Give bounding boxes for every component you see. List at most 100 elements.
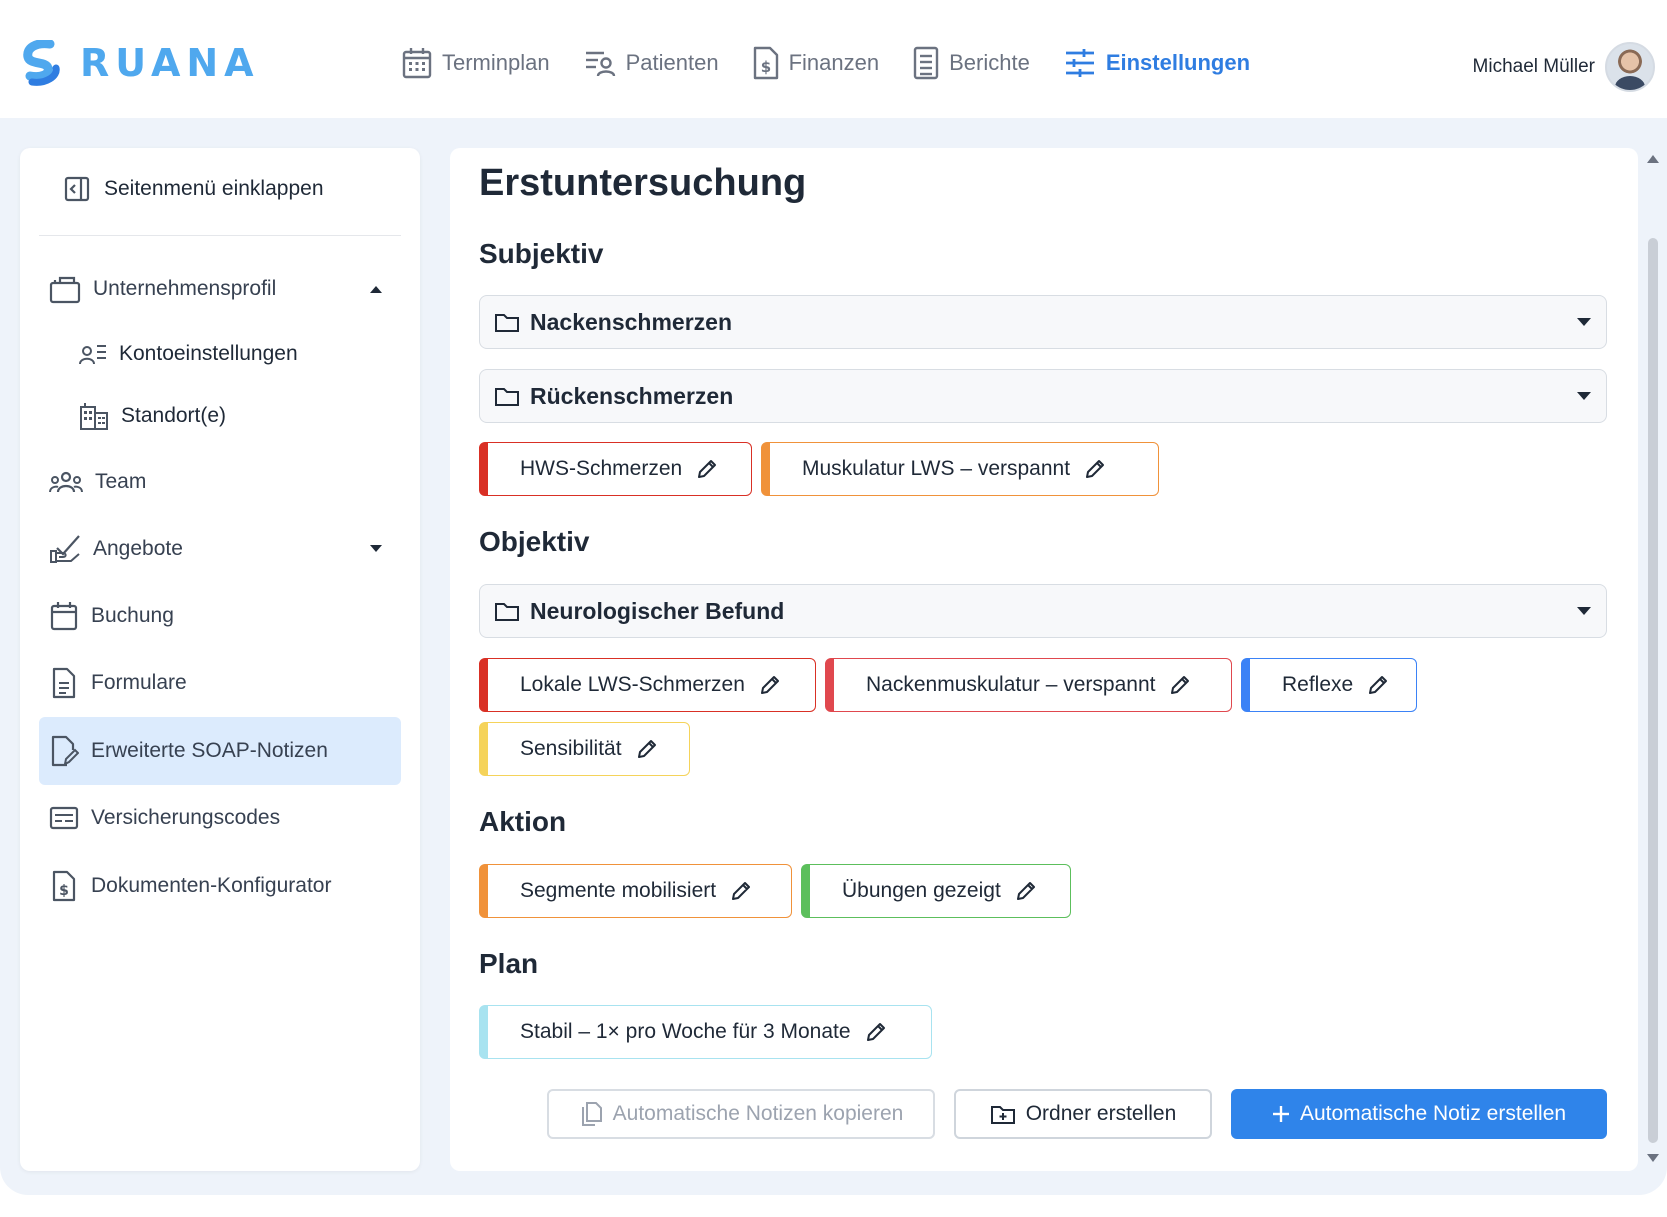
sidebar-item-dokumenten-konfigurator[interactable]: $ Dokumenten-Konfigurator — [39, 852, 401, 920]
offer-hand-icon — [50, 535, 80, 563]
nav-finanzen[interactable]: $ Finanzen — [753, 46, 879, 80]
sidebar-item-angebote[interactable]: Angebote — [39, 515, 401, 583]
folder-name: Nackenschmerzen — [530, 308, 732, 335]
sidebar-divider — [39, 235, 401, 236]
pencil-icon[interactable] — [1084, 458, 1106, 480]
copy-notes-button[interactable]: Automatische Notizen kopieren — [547, 1089, 935, 1139]
sidebar-item-versicherungscodes[interactable]: Versicherungscodes — [39, 784, 401, 852]
main-nav: Terminplan Patienten $ Finanzen Berichte… — [402, 46, 1284, 80]
section-title-aktion: Aktion — [479, 806, 567, 837]
pencil-icon[interactable] — [730, 880, 752, 902]
folder-icon — [495, 314, 519, 332]
pencil-icon[interactable] — [1169, 674, 1191, 696]
note-tag-label: Übungen gezeigt — [842, 879, 1001, 902]
create-auto-note-label: Automatische Notiz erstellen — [1299, 1102, 1567, 1125]
top-navigation-bar: RUANA Terminplan Patienten $ Finanzen Be… — [0, 0, 1667, 118]
create-folder-label: Ordner erstellen — [1025, 1102, 1177, 1125]
folder-name: Neurologischer Befund — [530, 597, 785, 624]
nav-terminplan[interactable]: Terminplan — [402, 46, 550, 80]
app-frame: RUANA Terminplan Patienten $ Finanzen Be… — [0, 0, 1667, 1195]
main-scrollbar[interactable] — [1638, 148, 1667, 1171]
section-title-subjektiv: Subjektiv — [479, 238, 604, 269]
brand-name: RUANA — [80, 41, 260, 85]
code-card-icon — [49, 806, 79, 830]
sidebar-item-unternehmensprofil[interactable]: Unternehmensprofil — [39, 255, 401, 323]
sidebar-item-standorte[interactable]: Standort(e) — [39, 382, 401, 450]
folder-icon — [495, 388, 519, 406]
folder-plus-icon — [990, 1106, 1015, 1124]
document-dollar-icon: $ — [52, 870, 76, 902]
ruana-logo-icon — [23, 40, 60, 86]
note-tag[interactable]: Stabil – 1× pro Woche für 3 Monate — [479, 1005, 932, 1059]
folder-rueckenschmerzen[interactable]: Rückenschmerzen — [479, 369, 1607, 423]
user-menu[interactable]: Michael Müller — [1473, 42, 1655, 92]
nav-label: Berichte — [949, 50, 1030, 75]
calendar-icon — [50, 602, 78, 631]
note-tag[interactable]: Muskulatur LWS – verspannt — [761, 442, 1159, 496]
sidebar-item-formulare[interactable]: Formulare — [39, 649, 401, 717]
sidebar-item-team[interactable]: Team — [39, 448, 401, 516]
create-folder-button[interactable]: Ordner erstellen — [954, 1089, 1212, 1139]
sidebar-item-buchung[interactable]: Buchung — [39, 582, 401, 650]
form-document-icon — [52, 667, 76, 699]
folder-neurologischer-befund[interactable]: Neurologischer Befund — [479, 584, 1607, 638]
nav-label: Patienten — [625, 50, 719, 75]
scroll-down-icon[interactable] — [1647, 1153, 1659, 1163]
pencil-icon[interactable] — [1015, 880, 1037, 902]
note-tag[interactable]: Lokale LWS-Schmerzen — [479, 658, 816, 712]
sidebar-item-soap-notizen[interactable]: Erweiterte SOAP-Notizen — [39, 717, 401, 785]
folder-nackenschmerzen[interactable]: Nackenschmerzen — [479, 295, 1607, 349]
svg-text:$: $ — [760, 58, 770, 76]
note-tag-label: Reflexe — [1282, 673, 1354, 696]
pencil-icon[interactable] — [865, 1021, 887, 1043]
note-tag-label: Lokale LWS-Schmerzen — [520, 673, 745, 696]
pencil-icon[interactable] — [1367, 674, 1389, 696]
note-tag[interactable]: HWS-Schmerzen — [479, 442, 752, 496]
sidebar-item-label: Erweiterte SOAP-Notizen — [91, 739, 328, 762]
nav-label: Terminplan — [442, 50, 550, 75]
nav-patienten[interactable]: Patienten — [584, 46, 719, 80]
note-tag-label: Segmente mobilisiert — [520, 879, 717, 902]
patients-icon — [585, 51, 615, 77]
pencil-icon[interactable] — [636, 738, 658, 760]
note-tag[interactable]: Sensibilität — [479, 722, 690, 776]
chevron-up-icon — [370, 286, 382, 293]
folder-name: Rückenschmerzen — [530, 382, 734, 409]
folder-icon — [495, 603, 519, 621]
brand-logo[interactable]: RUANA — [20, 40, 260, 86]
team-icon — [49, 471, 83, 493]
sidebar-item-label: Angebote — [93, 537, 183, 560]
scroll-up-icon[interactable] — [1647, 154, 1659, 164]
pencil-icon[interactable] — [696, 458, 718, 480]
nav-berichte[interactable]: Berichte — [913, 46, 1030, 80]
calendar-icon — [402, 48, 432, 79]
plus-icon — [1272, 1106, 1289, 1122]
note-tag-label: Nackenmuskulatur – verspannt — [866, 673, 1156, 696]
sidebar-item-kontoeinstellungen[interactable]: Kontoeinstellungen — [39, 320, 401, 388]
chevron-down-icon — [1577, 607, 1591, 615]
note-tag[interactable]: Übungen gezeigt — [801, 864, 1071, 918]
settings-sidebar: Seitenmenü einklappen Unternehmensprofil… — [20, 148, 420, 1171]
note-tag[interactable]: Reflexe — [1241, 658, 1417, 712]
soap-note-editor: Erstuntersuchung Subjektiv Nackenschmerz… — [450, 148, 1638, 1171]
scrollbar-thumb[interactable] — [1648, 238, 1658, 1143]
chevron-down-icon — [370, 545, 382, 552]
sidebar-item-label: Dokumenten-Konfigurator — [91, 874, 332, 897]
note-tag[interactable]: Segmente mobilisiert — [479, 864, 792, 918]
pencil-icon[interactable] — [759, 674, 781, 696]
collapse-panel-icon — [64, 176, 90, 202]
finance-document-icon: $ — [753, 46, 778, 80]
create-auto-note-button[interactable]: Automatische Notiz erstellen — [1231, 1089, 1607, 1139]
note-tag[interactable]: Nackenmuskulatur – verspannt — [825, 658, 1232, 712]
collapse-sidebar-button[interactable]: Seitenmenü einklappen — [64, 176, 324, 202]
section-title-plan: Plan — [479, 948, 539, 979]
document-edit-icon — [51, 735, 79, 767]
briefcase-icon — [49, 276, 81, 304]
chevron-down-icon — [1577, 318, 1591, 326]
report-icon — [913, 46, 939, 80]
sidebar-item-label: Team — [95, 470, 147, 493]
user-settings-icon — [79, 345, 106, 365]
sidebar-item-label: Unternehmensprofil — [93, 277, 277, 300]
avatar[interactable] — [1605, 42, 1655, 92]
nav-einstellungen[interactable]: Einstellungen — [1064, 46, 1250, 80]
